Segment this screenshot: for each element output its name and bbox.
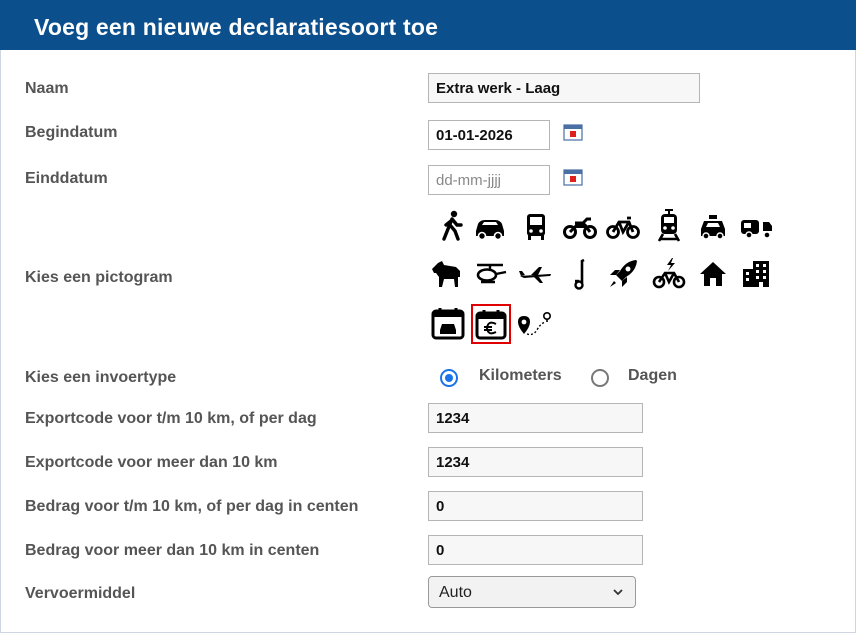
train-icon[interactable] <box>652 209 686 243</box>
bedrag-laag-label: Bedrag voor t/m 10 km, of per dag in cen… <box>25 498 359 515</box>
walking-icon[interactable] <box>435 209 469 243</box>
bedrag-hoog-input[interactable] <box>428 535 643 565</box>
calendar-car-icon[interactable] <box>431 306 465 340</box>
einddatum-calendar-icon[interactable] <box>563 168 583 186</box>
invoertype-label: Kies een invoertype <box>25 369 177 386</box>
exportcode-laag-input[interactable] <box>428 403 643 433</box>
naam-input[interactable] <box>428 73 700 103</box>
pictogram-label: Kies een pictogram <box>25 269 173 286</box>
radio-dagen[interactable] <box>591 369 609 387</box>
begindatum-label: Begindatum <box>25 124 118 141</box>
chevron-down-icon <box>613 589 623 596</box>
building-icon[interactable] <box>739 257 773 291</box>
vervoermiddel-select[interactable]: Auto <box>428 576 636 608</box>
helicopter-icon[interactable] <box>473 257 507 291</box>
dialog-header: Voeg een nieuwe declaratiesoort toe <box>0 0 856 50</box>
vervoermiddel-label: Vervoermiddel <box>25 585 136 602</box>
begindatum-calendar-icon[interactable] <box>563 123 583 141</box>
airplane-icon[interactable] <box>518 257 552 291</box>
route-pin-icon[interactable] <box>517 308 551 342</box>
vervoermiddel-value: Auto <box>439 584 472 601</box>
house-icon[interactable] <box>696 257 730 291</box>
exportcode-hoog-input[interactable] <box>428 447 643 477</box>
dialog-title: Voeg een nieuwe declaratiesoort toe <box>34 14 439 40</box>
scooter-icon[interactable] <box>562 257 596 291</box>
horse-icon[interactable] <box>430 257 464 291</box>
naam-label: Naam <box>25 80 69 97</box>
exportcode-laag-label: Exportcode voor t/m 10 km, of per dag <box>25 410 317 427</box>
bedrag-laag-input[interactable] <box>428 491 643 521</box>
bicycle-icon[interactable] <box>606 209 640 243</box>
radio-kilometers[interactable] <box>440 369 458 387</box>
bus-icon[interactable] <box>519 209 553 243</box>
taxi-icon[interactable] <box>696 209 730 243</box>
einddatum-label: Einddatum <box>25 170 108 187</box>
exportcode-hoog-label: Exportcode voor meer dan 10 km <box>25 454 278 471</box>
car-caravan-icon[interactable] <box>739 209 773 243</box>
rocket-icon[interactable] <box>606 257 640 291</box>
e-bike-icon[interactable] <box>652 257 686 291</box>
radio-dagen-label: Dagen <box>628 367 677 384</box>
radio-kilometers-label: Kilometers <box>479 367 562 384</box>
einddatum-input[interactable] <box>428 165 550 195</box>
motorcycle-icon[interactable] <box>563 209 597 243</box>
calendar-euro-icon[interactable] <box>471 304 511 344</box>
car-icon[interactable] <box>473 209 507 243</box>
bedrag-hoog-label: Bedrag voor meer dan 10 km in centen <box>25 542 320 559</box>
begindatum-input[interactable] <box>428 120 550 150</box>
